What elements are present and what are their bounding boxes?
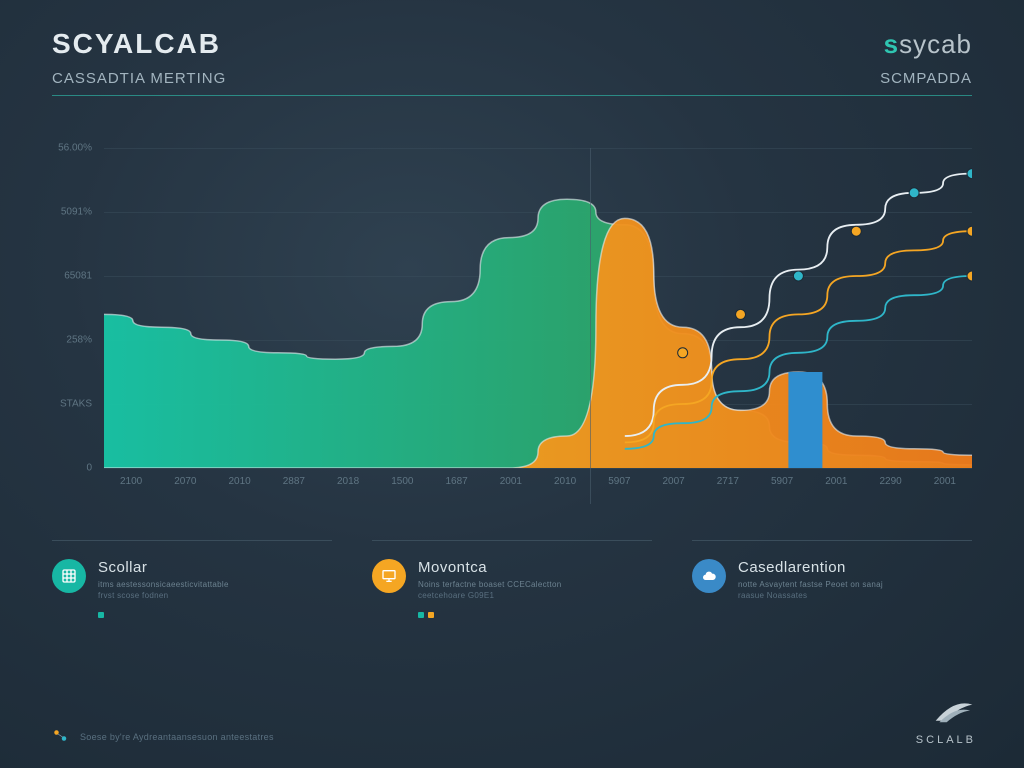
x-tick: 2001 <box>484 476 538 500</box>
info-sub1: notte Asvaytent fastse Peoet on sanaj <box>738 580 883 589</box>
y-tick: 56.00% <box>58 143 92 154</box>
chart-marker <box>967 169 972 179</box>
subtitle-left: CASSADTIA MERTING <box>52 70 226 87</box>
info-sub2: frvst scose fodnen <box>98 591 229 600</box>
info-heading: Casedlarention <box>738 559 883 576</box>
y-tick: STAKS <box>60 399 92 410</box>
x-tick: 2007 <box>647 476 701 500</box>
brand-rest: sycab <box>899 29 972 59</box>
chart-marker <box>967 271 972 281</box>
header: SCYALCAB ssycab CASSADTIA MERTING SCMPAD… <box>52 28 972 96</box>
info-sub2: raasue Noassates <box>738 591 883 600</box>
y-tick: 0 <box>86 463 92 474</box>
brand-logo: SCLALB <box>916 697 976 746</box>
x-tick: 1500 <box>375 476 429 500</box>
subtitle-right: SCMPADDA <box>880 70 972 87</box>
grid-icon <box>52 559 86 593</box>
info-text: Scollar itms aestessonsicaeesticvitattab… <box>98 559 229 624</box>
info-heading: Movontca <box>418 559 561 576</box>
x-tick: 2887 <box>267 476 321 500</box>
brand-swoosh-icon <box>932 697 976 727</box>
x-tick: 5907 <box>592 476 646 500</box>
chart: 0STAKS258%650815091%56.00% 2100207020102… <box>52 148 972 508</box>
info-sub1: Noins terfactne boaset CCECalectton <box>418 580 561 589</box>
x-tick: 2010 <box>538 476 592 500</box>
x-axis: 2100207020102887201815001687200120105907… <box>104 476 972 500</box>
page-title: SCYALCAB <box>52 28 221 60</box>
y-tick: 5091% <box>61 207 92 218</box>
header-rule <box>52 95 972 96</box>
x-tick: 2717 <box>701 476 755 500</box>
info-heading: Scollar <box>98 559 229 576</box>
info-text: Movontca Noins terfactne boaset CCECalec… <box>418 559 561 624</box>
x-tick: 2018 <box>321 476 375 500</box>
x-tick: 2290 <box>864 476 918 500</box>
brand-s: s <box>884 29 899 59</box>
footer-text: Soese by're Aydreantaansesuon anteestatr… <box>80 732 274 742</box>
monitor-icon <box>372 559 406 593</box>
chart-divider <box>590 148 591 504</box>
brand-wordmark: ssycab <box>884 29 972 60</box>
footer-icon <box>52 728 70 746</box>
x-tick: 2100 <box>104 476 158 500</box>
x-tick: 1687 <box>430 476 484 500</box>
info-row: Scollar itms aestessonsicaeesticvitattab… <box>52 540 972 624</box>
info-sub1: itms aestessonsicaeesticvitattable <box>98 580 229 589</box>
chart-marker <box>793 271 803 281</box>
y-tick: 258% <box>66 335 92 346</box>
x-tick: 5907 <box>755 476 809 500</box>
info-sub2: ceetcehoare G09E1 <box>418 591 561 600</box>
x-tick: 2010 <box>213 476 267 500</box>
info-legend <box>98 606 229 624</box>
info-legend <box>418 606 561 624</box>
chart-marker <box>909 188 919 198</box>
chart-marker <box>967 226 972 236</box>
info-column: Scollar itms aestessonsicaeesticvitattab… <box>52 540 332 624</box>
chart-canvas <box>104 148 972 468</box>
area-series <box>104 199 972 468</box>
y-tick: 65081 <box>64 271 92 282</box>
info-text: Casedlarention notte Asvaytent fastse Pe… <box>738 559 883 624</box>
info-column: Casedlarention notte Asvaytent fastse Pe… <box>692 540 972 624</box>
x-tick: 2001 <box>918 476 972 500</box>
bar-segment <box>788 372 822 468</box>
chart-marker <box>736 309 746 319</box>
grid-line <box>104 468 972 469</box>
cloud-icon <box>692 559 726 593</box>
y-axis: 0STAKS258%650815091%56.00% <box>52 148 100 468</box>
x-tick: 2001 <box>809 476 863 500</box>
footer: Soese by're Aydreantaansesuon anteestatr… <box>52 728 274 746</box>
brand-logo-text: SCLALB <box>916 734 976 746</box>
chart-marker <box>678 348 688 358</box>
info-column: Movontca Noins terfactne boaset CCECalec… <box>372 540 652 624</box>
x-tick: 2070 <box>158 476 212 500</box>
chart-marker <box>851 226 861 236</box>
